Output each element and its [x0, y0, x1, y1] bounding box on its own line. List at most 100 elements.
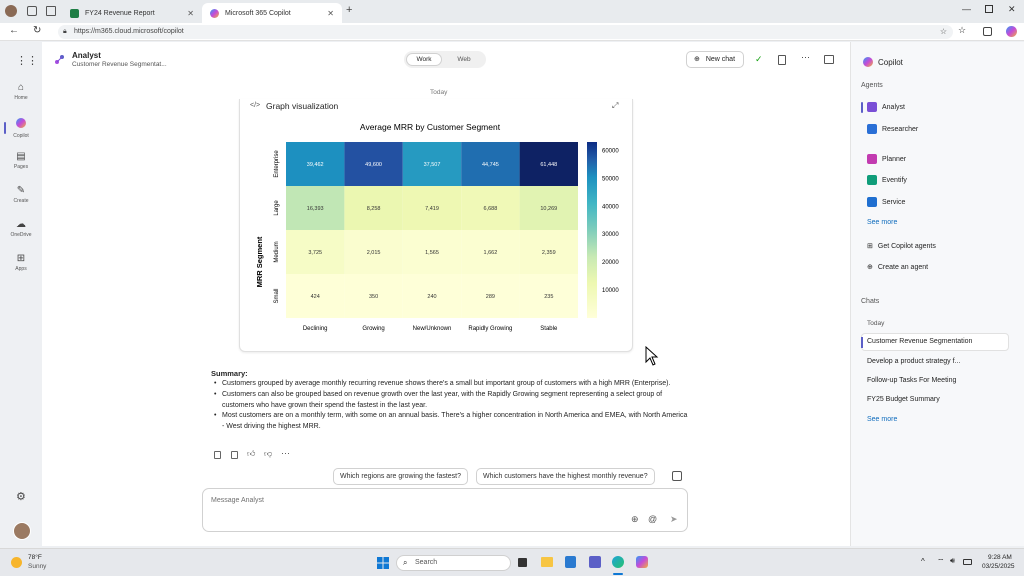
close-window-icon[interactable]: ✕ — [1008, 4, 1016, 15]
heatmap-cell-label: 39,462 — [307, 162, 324, 168]
home-icon: ⌂ — [17, 82, 25, 93]
summary-list: Customers grouped by average monthly rec… — [211, 379, 691, 433]
onedrive-icon: ☁ — [16, 219, 26, 230]
more-options-icon[interactable]: ⋯ — [801, 52, 810, 63]
message-box[interactable]: Message Analyst ⊕ @ ➤ — [202, 488, 688, 532]
work-web-toggle: Work Web — [404, 51, 486, 68]
rail-item-home[interactable]: ⌂ Home — [0, 82, 42, 101]
thumbs-up-icon[interactable]: 👍︎ — [247, 449, 255, 459]
task-view-icon[interactable] — [518, 558, 527, 567]
minimize-icon[interactable]: — — [962, 4, 971, 14]
mention-icon[interactable]: @ — [648, 514, 657, 524]
thumbs-down-icon[interactable]: 👎︎ — [264, 449, 272, 459]
maximize-icon[interactable] — [985, 5, 993, 13]
chat-item[interactable]: Follow-up Tasks For Meeting — [867, 377, 956, 384]
settings-icon[interactable]: ⚙ — [16, 490, 26, 503]
heatmap-cell-label: 289 — [486, 294, 495, 300]
create-agent-link[interactable]: ⊕ Create an agent — [867, 263, 928, 272]
favorites-icon[interactable]: ☆ — [958, 25, 966, 36]
teams-icon[interactable] — [589, 556, 601, 568]
y-axis-title: MRR Segment — [255, 236, 264, 287]
copilot-icon — [0, 118, 42, 131]
service-icon — [867, 197, 877, 207]
web-toggle-button[interactable]: Web — [446, 53, 482, 66]
active-agent-indicator — [861, 102, 863, 113]
close-tab-icon[interactable]: ✕ — [327, 9, 334, 18]
url-field[interactable]: 🔒︎ https://m365.cloud.microsoft/copilot … — [58, 25, 953, 39]
prompt-gallery-icon[interactable] — [672, 471, 682, 481]
copilot-taskbar-icon[interactable] — [636, 556, 648, 568]
sidebar-agent-service[interactable]: Service — [867, 197, 905, 207]
file-explorer-icon[interactable] — [541, 557, 553, 567]
collections-icon[interactable] — [983, 27, 992, 36]
chat-item[interactable]: Customer Revenue Segmentation — [867, 338, 972, 345]
user-avatar[interactable] — [13, 522, 31, 540]
expand-icon[interactable]: ⤢ — [612, 101, 618, 111]
search-icon: ⌕ — [403, 558, 408, 567]
close-tab-icon[interactable]: ✕ — [187, 9, 194, 18]
suggestion-chip[interactable]: Which regions are growing the fastest? — [333, 468, 469, 485]
summary-heading: Summary: — [211, 369, 248, 378]
y-tick-label: Enterprise — [274, 150, 280, 178]
tab-copilot[interactable]: Microsoft 365 Copilot ✕ — [202, 3, 342, 23]
start-button[interactable] — [377, 557, 389, 569]
send-icon[interactable]: ➤ — [670, 514, 678, 525]
rail-item-apps[interactable]: ⊞ Apps — [0, 253, 42, 272]
taskbar-search[interactable]: ⌕ Search — [396, 555, 511, 571]
sidebar-agent-eventify[interactable]: Eventify — [867, 175, 907, 185]
new-chat-button[interactable]: ⊕ New chat — [686, 51, 744, 68]
message-input-placeholder[interactable]: Message Analyst — [211, 497, 264, 504]
more-actions-icon[interactable]: ⋯ — [281, 448, 290, 459]
tab-actions-icon[interactable] — [46, 6, 56, 16]
new-tab-icon[interactable]: + — [346, 4, 352, 16]
tray-chevron-icon[interactable]: ^ — [921, 557, 925, 566]
app-launcher-icon[interactable]: ⋮⋮ — [16, 54, 38, 67]
x-tick-label: New/Unknown — [413, 326, 452, 332]
rail-item-pages[interactable]: ▤ Pages — [0, 151, 42, 170]
url-text: https://m365.cloud.microsoft/copilot — [74, 28, 184, 35]
refresh-icon[interactable]: ↻ — [33, 25, 41, 36]
colorbar-tick-label: 10000 — [602, 288, 619, 294]
see-more-agents-link[interactable]: See more — [867, 219, 897, 226]
create-agent-icon: ⊕ — [867, 264, 873, 271]
volume-icon[interactable]: 🔊︎ — [950, 556, 955, 566]
copilot-browser-icon[interactable] — [1006, 26, 1017, 37]
sidebar-agent-analyst[interactable]: Analyst — [867, 102, 905, 112]
copilot-favicon-icon — [210, 8, 219, 18]
sidebar-agent-planner[interactable]: Planner — [867, 154, 906, 164]
edge-icon[interactable] — [612, 556, 624, 568]
tab-revenue-report[interactable]: FY24 Revenue Report ✕ — [62, 3, 202, 23]
get-copilot-agents-link[interactable]: ⊞ Get Copilot agents — [867, 242, 936, 251]
copy-icon[interactable] — [214, 451, 221, 459]
sidebar-agent-researcher[interactable]: Researcher — [867, 124, 918, 134]
rail-item-copilot[interactable]: Copilot — [0, 118, 42, 139]
profile-avatar[interactable] — [5, 5, 17, 17]
wifi-icon[interactable]: ⌔ — [937, 557, 945, 567]
rail-item-create[interactable]: ✎ Create — [0, 185, 42, 204]
active-rail-indicator — [4, 122, 6, 134]
heatmap-cell-label: 1,565 — [425, 250, 439, 256]
colorbar-tick-label: 40000 — [602, 204, 619, 210]
favorite-star-icon[interactable]: ☆ — [940, 25, 947, 39]
chat-item[interactable]: FY25 Budget Summary — [867, 396, 940, 403]
see-more-chats-link[interactable]: See more — [867, 416, 897, 423]
clock-time[interactable]: 9:28 AM — [988, 554, 1012, 561]
duplicate-icon[interactable] — [231, 451, 238, 459]
shield-check-icon[interactable]: ✓ — [755, 54, 763, 65]
weather-temp: 78°F — [28, 554, 42, 561]
clock-date[interactable]: 03/25/2025 — [982, 563, 1015, 570]
suggestion-chip[interactable]: Which customers have the highest monthly… — [476, 468, 655, 485]
rail-item-onedrive[interactable]: ☁ OneDrive — [0, 219, 42, 238]
work-toggle-button[interactable]: Work — [406, 53, 442, 66]
collapse-panel-icon[interactable] — [824, 55, 834, 64]
add-icon[interactable]: ⊕ — [631, 514, 639, 525]
workspaces-icon[interactable] — [27, 6, 37, 16]
notes-icon[interactable] — [778, 55, 786, 65]
store-taskbar-icon[interactable] — [565, 556, 576, 568]
chat-item[interactable]: Develop a product strategy f... — [867, 358, 960, 365]
address-bar: ← ↻ 🔒︎ https://m365.cloud.microsoft/copi… — [0, 23, 1024, 41]
copilot-logo-icon — [863, 57, 873, 67]
heatmap-cell-label: 2,359 — [542, 250, 556, 256]
battery-icon[interactable] — [963, 559, 972, 565]
back-icon[interactable]: ← — [9, 25, 19, 36]
